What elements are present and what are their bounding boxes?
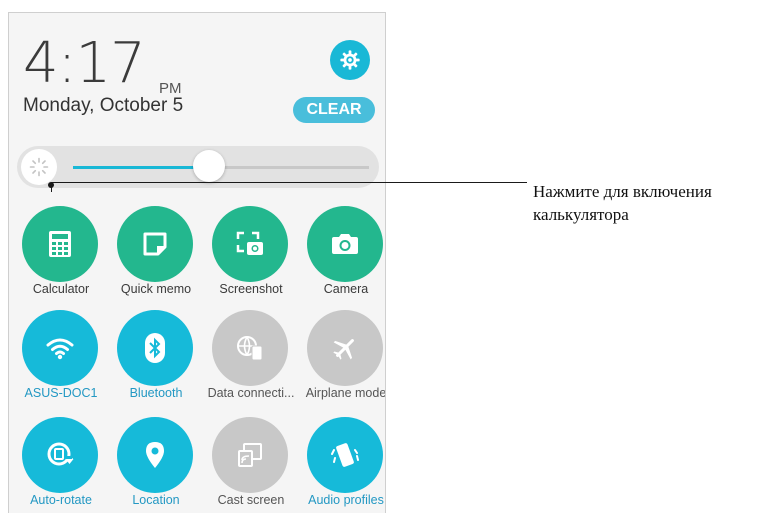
tile-circle xyxy=(117,206,193,282)
tile-auto-rotate[interactable]: Auto-rotate xyxy=(13,417,108,507)
clock-time: 4:17 xyxy=(23,31,146,96)
location-icon xyxy=(146,442,164,468)
tile-label: Calculator xyxy=(32,282,90,296)
tile-circle xyxy=(307,310,383,386)
camera-icon xyxy=(332,234,358,254)
tile-circle xyxy=(117,417,193,493)
tile-wifi[interactable]: ASUS-DOC1 xyxy=(13,310,108,400)
tile-label: Screenshot xyxy=(219,282,283,296)
tile-circle xyxy=(22,417,98,493)
tile-label: Quick memo xyxy=(120,282,192,296)
callout-line2: калькулятора xyxy=(533,205,629,224)
tile-circle xyxy=(307,206,383,282)
airplane-icon xyxy=(333,339,354,360)
clock-date: Monday, October 5 xyxy=(23,95,184,116)
tile-label: Location xyxy=(132,493,180,507)
tile-cast-screen[interactable]: Cast screen xyxy=(203,417,298,507)
tile-airplane-mode[interactable]: Airplane mode xyxy=(298,310,386,400)
tile-circle xyxy=(212,310,288,386)
cast-screen-icon xyxy=(238,443,262,467)
wifi-icon xyxy=(46,338,74,360)
screenshot-icon xyxy=(236,231,263,255)
data-connection-icon xyxy=(237,336,263,361)
gear-icon xyxy=(340,50,360,70)
tile-label: Airplane mode xyxy=(305,386,386,400)
tile-circle xyxy=(212,206,288,282)
tile-quick-memo[interactable]: Quick memo xyxy=(108,206,203,296)
tile-audio-profiles[interactable]: Audio profiles xyxy=(298,417,385,507)
tile-label: Camera xyxy=(323,282,369,296)
audio-profiles-icon xyxy=(331,443,359,467)
tile-circle xyxy=(22,310,98,386)
calculator-icon xyxy=(49,231,71,257)
brightness-fill xyxy=(73,166,210,169)
callout-line-horizontal xyxy=(51,182,527,183)
memo-icon xyxy=(143,232,167,256)
tile-label: Bluetooth xyxy=(129,386,183,400)
tile-screenshot[interactable]: Screenshot xyxy=(203,206,298,296)
tile-label: Data connecti... xyxy=(207,386,295,400)
tile-circle xyxy=(212,417,288,493)
tile-calculator[interactable]: Calculator xyxy=(13,206,108,296)
tile-location[interactable]: Location xyxy=(108,417,203,507)
quick-settings-panel: 4:17 PM Monday, October 5 CLEAR Calculat… xyxy=(8,12,386,513)
tile-label: Audio profiles xyxy=(308,493,384,507)
tile-circle xyxy=(117,310,193,386)
tile-camera[interactable]: Camera xyxy=(298,206,385,296)
tile-label: ASUS-DOC1 xyxy=(24,386,98,400)
tile-label: Auto-rotate xyxy=(30,493,92,507)
tile-label: Cast screen xyxy=(217,493,285,507)
bluetooth-icon xyxy=(145,333,165,363)
auto-rotate-icon xyxy=(47,442,74,466)
tile-circle xyxy=(22,206,98,282)
tile-data-connection[interactable]: Data connecti... xyxy=(203,310,298,400)
tile-bluetooth[interactable]: Bluetooth xyxy=(108,310,203,400)
callout-line1: Нажмите для включения xyxy=(533,182,712,201)
callout-line-vertical xyxy=(51,182,52,192)
tile-circle xyxy=(307,417,383,493)
brightness-thumb[interactable] xyxy=(193,150,226,182)
clear-button[interactable]: CLEAR xyxy=(293,97,375,123)
callout-text: Нажмите для включения калькулятора xyxy=(533,180,712,226)
brightness-icon xyxy=(21,149,57,185)
settings-button[interactable] xyxy=(330,40,370,80)
